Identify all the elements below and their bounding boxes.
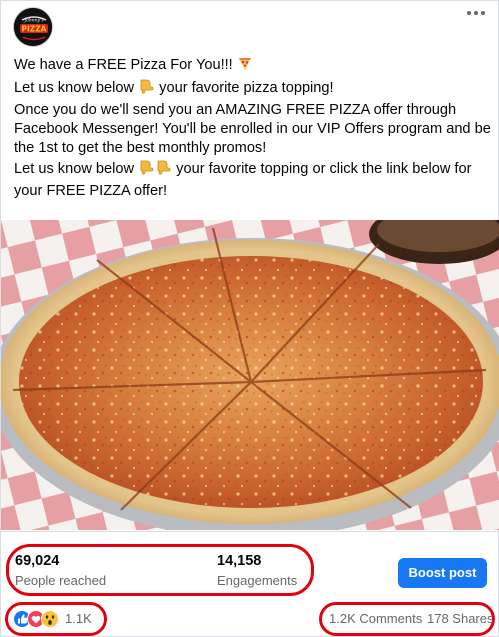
point-down-emoji-icon bbox=[138, 158, 155, 181]
point-down-emoji-icon bbox=[155, 158, 172, 181]
engagements-value: 14,158 bbox=[217, 553, 262, 569]
people-reached-value: 69,024 bbox=[15, 553, 60, 569]
post-line-1: We have a FREE Pizza For You!!! bbox=[14, 55, 494, 77]
pizza-photo bbox=[1, 220, 499, 530]
post-insights: 69,024 People reached 14,158 Engagements… bbox=[1, 531, 499, 601]
pizza-emoji-icon bbox=[237, 55, 253, 77]
post-line-3: Once you do we'll send you an AMAZING FR… bbox=[14, 101, 457, 118]
boost-post-button[interactable]: Boost post bbox=[398, 558, 487, 588]
post-line-5: the 1st to get the best monthly promos! bbox=[14, 140, 267, 157]
post-line-2: Let us know below your favorite pizza to… bbox=[14, 77, 494, 100]
post-card: PIZZA Johnny's We have a FREE Pizza For … bbox=[0, 0, 499, 637]
post-footer: 1.1K 1.2K Comments 178 Shares bbox=[1, 601, 499, 637]
shares-link[interactable]: 178 Shares bbox=[427, 611, 494, 626]
more-options-button[interactable] bbox=[464, 5, 488, 21]
point-down-emoji-icon bbox=[138, 77, 155, 100]
post-line-4: Facebook Messenger! You'll be enrolled i… bbox=[14, 120, 491, 137]
post-image[interactable] bbox=[1, 220, 499, 530]
post-header: PIZZA Johnny's bbox=[13, 7, 488, 47]
page-avatar[interactable]: PIZZA Johnny's bbox=[13, 7, 53, 47]
reactions-button[interactable] bbox=[13, 610, 63, 628]
insights-highlight bbox=[6, 544, 314, 596]
wow-reaction-icon bbox=[41, 610, 59, 628]
post-line-6: Let us know below your favorite topping … bbox=[14, 158, 494, 181]
logo-lettering: PIZZA bbox=[22, 25, 47, 34]
reactions-count[interactable]: 1.1K bbox=[65, 611, 92, 626]
svg-text:Johnny's: Johnny's bbox=[23, 18, 44, 24]
post-message: We have a FREE Pizza For You!!! Let us k… bbox=[14, 55, 494, 201]
post-line-7: your FREE PIZZA offer! bbox=[14, 182, 168, 199]
people-reached-label: People reached bbox=[15, 573, 107, 588]
pizza-logo-icon: PIZZA Johnny's bbox=[14, 8, 52, 46]
engagements-label: Engagements bbox=[217, 573, 298, 588]
comments-link[interactable]: 1.2K Comments bbox=[329, 611, 422, 626]
more-options-icon bbox=[467, 11, 485, 15]
